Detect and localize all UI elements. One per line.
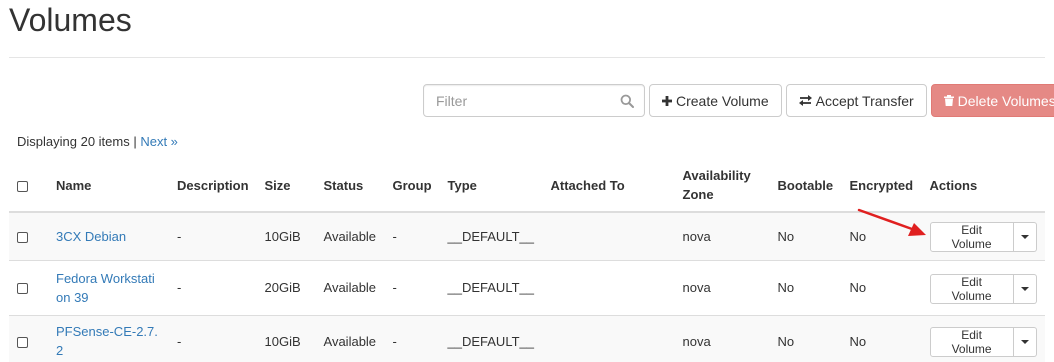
volume-name-link[interactable]: PFSense-CE-2.7. 2	[56, 324, 158, 358]
search-icon[interactable]	[620, 94, 634, 108]
volume-size: 10GiB	[256, 212, 316, 261]
column-header-description[interactable]: Description	[169, 159, 257, 213]
availability-zone-header-line2: Zone	[682, 187, 714, 202]
volume-availability-zone: nova	[674, 260, 770, 316]
filter-box	[423, 84, 645, 117]
volume-encrypted: No	[841, 315, 922, 362]
volume-name-line1: PFSense-CE-2.7.	[56, 324, 158, 339]
column-header-status[interactable]: Status	[315, 159, 385, 213]
volume-size: 20GiB	[256, 260, 316, 316]
row-checkbox[interactable]	[17, 336, 28, 348]
volume-status: Available	[315, 315, 385, 362]
item-count: Displaying 20 items | Next »	[17, 134, 178, 149]
actions-dropdown-toggle[interactable]	[1013, 327, 1037, 357]
volume-type: __DEFAULT__	[439, 260, 543, 316]
row-actions: Edit Volume	[929, 273, 1037, 304]
row-actions: Edit Volume	[929, 327, 1037, 357]
availability-zone-header-line1: Availability	[682, 168, 751, 183]
accept-transfer-label: Accept Transfer	[815, 92, 914, 109]
volume-size: 10GiB	[256, 315, 316, 362]
volume-type: __DEFAULT__	[439, 315, 543, 362]
volume-attached-to	[542, 212, 675, 261]
actions-dropdown-toggle[interactable]	[1013, 222, 1037, 253]
volume-group: -	[384, 212, 440, 261]
trash-icon	[943, 95, 954, 106]
row-actions: Edit Volume	[929, 222, 1037, 253]
column-header-encrypted[interactable]: Encrypted	[841, 159, 922, 213]
volume-type: __DEFAULT__	[439, 212, 543, 261]
volume-bootable: No	[769, 212, 842, 261]
plus-icon	[662, 95, 672, 106]
row-checkbox[interactable]	[17, 283, 28, 295]
volume-group: -	[384, 260, 440, 316]
volume-description: -	[169, 260, 257, 316]
delete-volumes-button[interactable]: Delete Volumes	[930, 84, 1054, 117]
volume-name-link[interactable]: Fedora Workstati on 39	[56, 271, 155, 305]
volume-bootable: No	[769, 260, 842, 316]
volume-encrypted: No	[841, 260, 922, 316]
title-divider	[9, 57, 1045, 58]
volume-group: -	[384, 315, 440, 362]
row-checkbox[interactable]	[17, 231, 28, 243]
column-header-availability-zone[interactable]: Availability Zone	[674, 159, 770, 213]
edit-volume-button[interactable]: Edit Volume	[929, 327, 1014, 357]
column-header-name[interactable]: Name	[48, 159, 169, 213]
edit-volume-button[interactable]: Edit Volume	[929, 273, 1014, 304]
column-header-group[interactable]: Group	[384, 159, 440, 213]
accept-transfer-button[interactable]: Accept Transfer	[785, 84, 927, 117]
volume-name-line1: Fedora Workstati	[56, 270, 155, 286]
volume-attached-to	[542, 260, 675, 316]
column-header-attached-to[interactable]: Attached To	[542, 159, 675, 213]
caret-down-icon	[1020, 340, 1029, 344]
table-row: PFSense-CE-2.7. 2 - 10GiB Available - __D…	[9, 315, 1045, 362]
volume-attached-to	[542, 315, 675, 362]
volume-name-line2: 2	[56, 343, 64, 358]
volume-name-link[interactable]: 3CX Debian	[56, 229, 126, 244]
column-header-type[interactable]: Type	[439, 159, 543, 213]
column-header-actions: Actions	[921, 159, 1045, 213]
create-volume-button[interactable]: Create Volume	[649, 84, 782, 117]
item-count-text: Displaying 20 items |	[17, 134, 137, 149]
volume-status: Available	[315, 260, 385, 316]
caret-down-icon	[1020, 235, 1029, 240]
volume-availability-zone: nova	[674, 212, 770, 261]
column-header-size[interactable]: Size	[256, 159, 316, 213]
next-page-link[interactable]: Next »	[140, 134, 178, 149]
volume-description: -	[169, 315, 257, 362]
volume-availability-zone: nova	[674, 315, 770, 362]
table-toolbar: Create Volume Accept Transfer Delete Vol…	[423, 84, 1054, 117]
volumes-table: Name Description Size Status Group Type …	[9, 159, 1045, 362]
table-row: Fedora Workstati on 39 - 20GiB Available …	[9, 260, 1045, 316]
actions-dropdown-toggle[interactable]	[1013, 273, 1037, 304]
select-all-checkbox[interactable]	[17, 180, 28, 192]
table-header-row: Name Description Size Status Group Type …	[9, 159, 1045, 213]
page-title: Volumes	[9, 2, 132, 38]
create-volume-label: Create Volume	[676, 92, 769, 109]
volume-status: Available	[315, 212, 385, 261]
caret-down-icon	[1020, 286, 1029, 291]
exchange-icon	[798, 95, 812, 106]
edit-volume-button[interactable]: Edit Volume	[929, 222, 1014, 253]
annotation-arrow	[857, 208, 926, 236]
delete-volumes-label: Delete Volumes	[957, 92, 1054, 109]
volume-name-line2: on 39	[56, 289, 89, 305]
column-header-bootable[interactable]: Bootable	[769, 159, 842, 213]
volume-bootable: No	[769, 315, 842, 362]
volume-description: -	[169, 212, 257, 261]
filter-input[interactable]	[424, 85, 644, 116]
